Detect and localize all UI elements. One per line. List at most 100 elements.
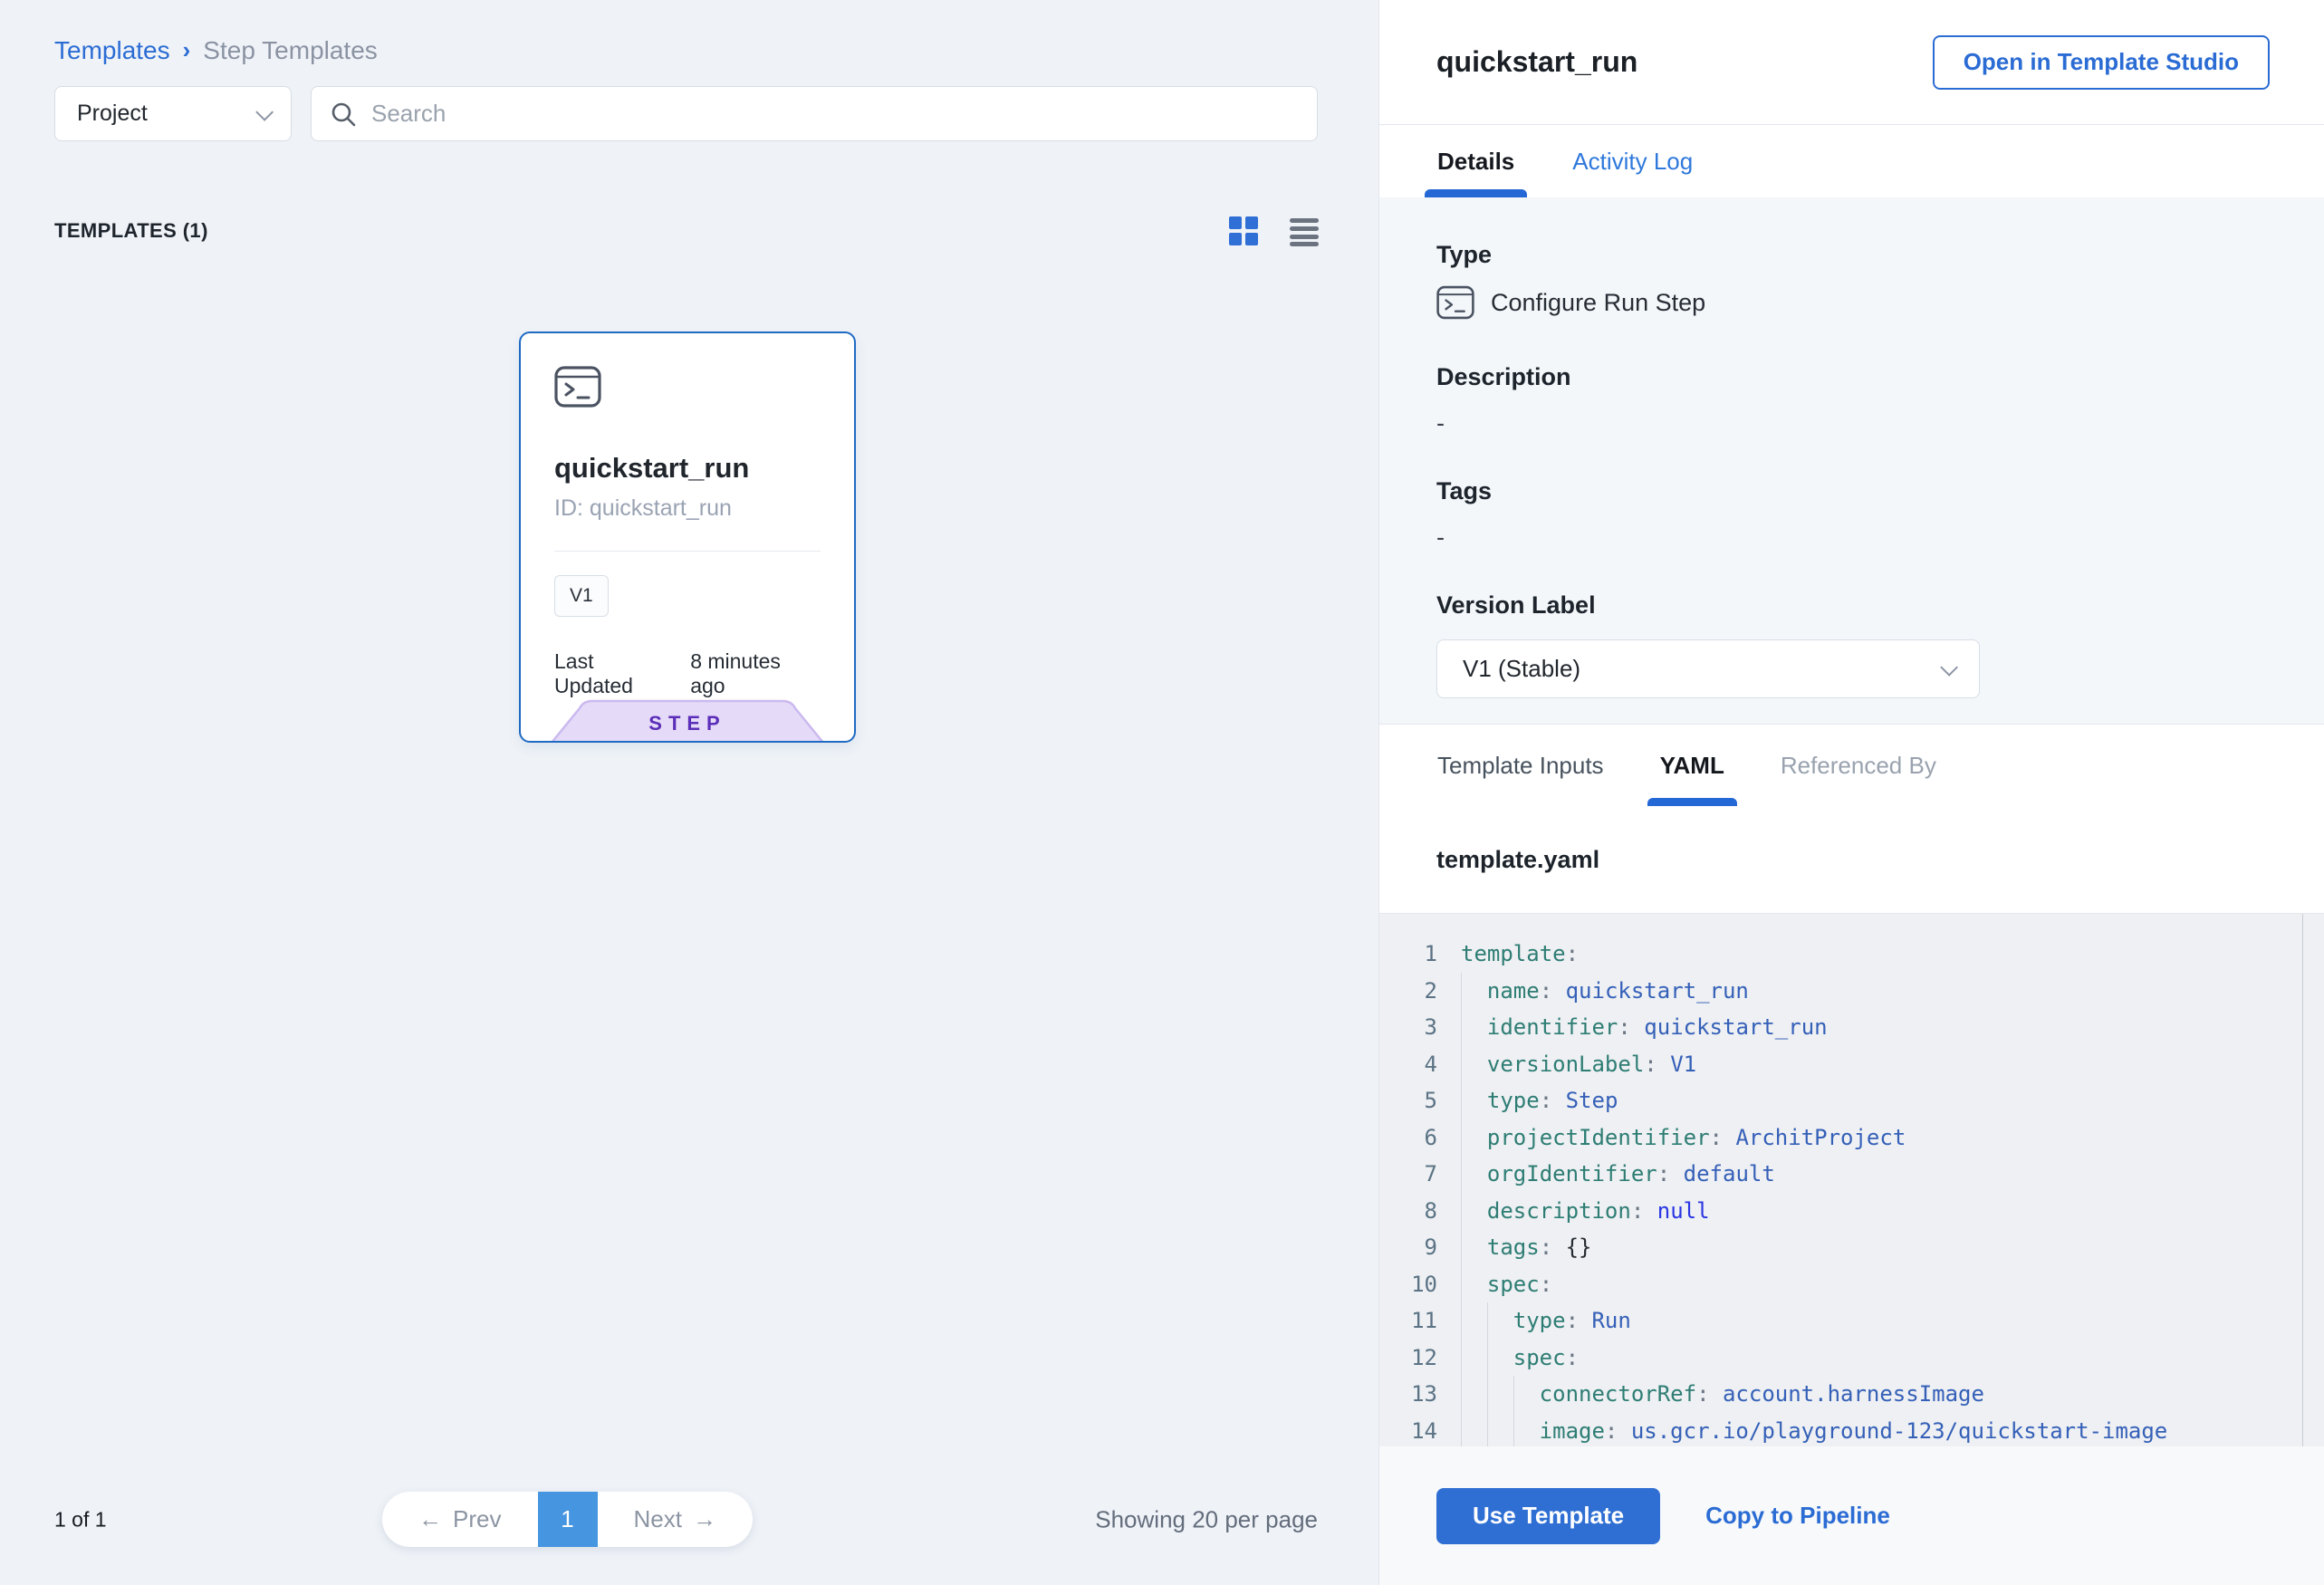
current-page-indicator[interactable]: 1 xyxy=(538,1492,598,1547)
list-view-button[interactable] xyxy=(1286,214,1322,248)
chevron-down-icon xyxy=(255,102,274,120)
code-line: 6projectIdentifier: ArchitProject xyxy=(1379,1119,2302,1157)
templates-count: TEMPLATES (1) xyxy=(54,219,208,243)
search-input[interactable] xyxy=(371,100,1299,128)
run-step-icon xyxy=(554,366,601,408)
line-number: 13 xyxy=(1401,1376,1437,1413)
type-value: Configure Run Step xyxy=(1491,289,1705,317)
line-number: 4 xyxy=(1401,1046,1437,1083)
use-template-button[interactable]: Use Template xyxy=(1436,1488,1660,1544)
list-view-icon xyxy=(1286,214,1322,248)
code-line: 12spec: xyxy=(1379,1340,2302,1377)
line-number: 1 xyxy=(1401,936,1437,973)
tab-referenced-by-label: Referenced By xyxy=(1781,752,1936,780)
tab-template-inputs[interactable]: Template Inputs xyxy=(1425,725,1617,806)
run-step-icon xyxy=(1436,285,1474,320)
details-header: quickstart_run Open in Template Studio xyxy=(1379,0,2324,124)
pagination-row: 1 of 1 ← Prev 1 Next → Showing 20 per pa… xyxy=(0,1492,1378,1547)
code-line: 8description: null xyxy=(1379,1193,2302,1230)
line-number: 6 xyxy=(1401,1119,1437,1157)
details-section: Type Configure Run Step Description - Ta… xyxy=(1379,197,2324,725)
grid-view-icon xyxy=(1226,214,1261,248)
view-toggles xyxy=(1226,214,1322,248)
scope-selector-value: Project xyxy=(77,101,148,127)
code-line: 4versionLabel: V1 xyxy=(1379,1046,2302,1083)
code-line: 1template: xyxy=(1379,936,2302,973)
description-label: Description xyxy=(1436,363,2267,391)
last-updated-value: 8 minutes ago xyxy=(690,649,821,698)
tab-activity-log-label: Activity Log xyxy=(1572,148,1693,176)
line-number: 12 xyxy=(1401,1340,1437,1377)
line-number: 3 xyxy=(1401,1009,1437,1046)
tab-yaml-label: YAML xyxy=(1660,752,1724,780)
details-title: quickstart_run xyxy=(1436,45,1637,79)
filter-row: Project xyxy=(54,86,1318,141)
prev-label: Prev xyxy=(453,1505,501,1533)
version-select[interactable]: V1 (Stable) xyxy=(1436,639,1980,698)
type-row: Configure Run Step xyxy=(1436,285,2267,320)
line-number: 2 xyxy=(1401,973,1437,1010)
next-page-button[interactable]: Next → xyxy=(598,1492,754,1547)
tags-label: Tags xyxy=(1436,477,2267,505)
line-number: 14 xyxy=(1401,1413,1437,1447)
search-icon xyxy=(330,101,357,128)
active-tab-indicator xyxy=(1425,189,1527,197)
line-number: 11 xyxy=(1401,1302,1437,1340)
line-number: 9 xyxy=(1401,1229,1437,1266)
line-number: 8 xyxy=(1401,1193,1437,1230)
chevron-down-icon xyxy=(1940,658,1958,676)
card-divider xyxy=(554,551,821,552)
code-line: 3identifier: quickstart_run xyxy=(1379,1009,2302,1046)
version-badge: V1 xyxy=(554,575,609,617)
minimap-divider xyxy=(2302,914,2303,1446)
code-line: 14image: us.gcr.io/playground-123/quicks… xyxy=(1379,1413,2302,1447)
yaml-editor[interactable]: 1template:2name: quickstart_run3identifi… xyxy=(1379,913,2324,1446)
yaml-tab-bar: Template Inputs YAML Referenced By xyxy=(1379,725,2324,806)
tab-activity-log[interactable]: Activity Log xyxy=(1560,125,1705,197)
breadcrumb-chevron-icon: › xyxy=(183,36,191,64)
tab-yaml[interactable]: YAML xyxy=(1647,725,1737,806)
line-number: 10 xyxy=(1401,1266,1437,1303)
code-line: 5type: Step xyxy=(1379,1082,2302,1119)
list-header-row: TEMPLATES (1) xyxy=(54,214,1322,248)
details-footer: Use Template Copy to Pipeline xyxy=(1379,1446,2324,1585)
active-tab-indicator xyxy=(1647,798,1737,806)
last-updated-label: Last Updated xyxy=(554,649,677,698)
line-number: 5 xyxy=(1401,1082,1437,1119)
yaml-code-lines: 1template:2name: quickstart_run3identifi… xyxy=(1379,936,2302,1446)
yaml-filename: template.yaml xyxy=(1436,846,1599,874)
tab-referenced-by[interactable]: Referenced By xyxy=(1768,725,1949,806)
next-arrow-icon: → xyxy=(693,1505,716,1533)
version-select-value: V1 (Stable) xyxy=(1463,655,1580,683)
pager: ← Prev 1 Next → xyxy=(382,1492,753,1547)
tab-details-label: Details xyxy=(1437,148,1514,176)
card-id: ID: quickstart_run xyxy=(554,495,821,522)
template-details-panel: quickstart_run Open in Template Studio D… xyxy=(1378,0,2324,1585)
line-number: 7 xyxy=(1401,1156,1437,1193)
grid-view-button[interactable] xyxy=(1226,214,1261,248)
next-label: Next xyxy=(634,1505,682,1533)
tab-details[interactable]: Details xyxy=(1425,125,1527,197)
description-value: - xyxy=(1436,409,2267,437)
breadcrumb-templates-link[interactable]: Templates xyxy=(54,36,170,65)
app-root: Templates › Step Templates Project TEMPL… xyxy=(0,0,2324,1585)
templates-list-panel: Templates › Step Templates Project TEMPL… xyxy=(0,0,1378,1585)
version-label: Version Label xyxy=(1436,591,2267,620)
template-card[interactable]: quickstart_run ID: quickstart_run V1 Las… xyxy=(519,331,856,743)
per-page-label: Showing 20 per page xyxy=(1095,1505,1318,1533)
scope-selector[interactable]: Project xyxy=(54,86,292,141)
yaml-filename-row: template.yaml xyxy=(1379,806,2324,913)
open-in-template-studio-button[interactable]: Open in Template Studio xyxy=(1933,35,2270,90)
prev-arrow-icon: ← xyxy=(418,1505,442,1533)
breadcrumb-current: Step Templates xyxy=(203,36,378,65)
breadcrumb: Templates › Step Templates xyxy=(54,36,378,65)
code-line: 10spec: xyxy=(1379,1266,2302,1303)
copy-to-pipeline-link[interactable]: Copy to Pipeline xyxy=(1705,1502,1890,1530)
prev-page-button[interactable]: ← Prev xyxy=(382,1492,538,1547)
step-ribbon: STEP xyxy=(552,699,823,743)
code-line: 9tags: {} xyxy=(1379,1229,2302,1266)
page-summary: 1 of 1 xyxy=(54,1507,107,1532)
code-line: 11type: Run xyxy=(1379,1302,2302,1340)
code-line: 2name: quickstart_run xyxy=(1379,973,2302,1010)
search-box xyxy=(311,86,1318,141)
